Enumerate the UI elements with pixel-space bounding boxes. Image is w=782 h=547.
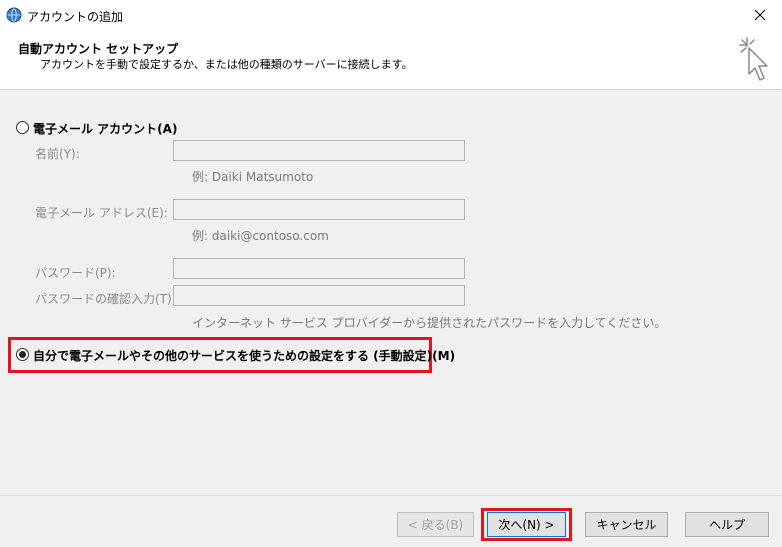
password-confirm-input[interactable]	[173, 285, 465, 306]
name-label: 名前(Y):	[35, 147, 80, 161]
password-confirm-label: パスワードの確認入力(T):	[35, 292, 176, 306]
title-bar: アカウントの追加	[0, 0, 782, 32]
password-label: パスワード(P):	[35, 266, 116, 280]
cursor-sparkle-icon	[739, 37, 768, 81]
footer-divider	[0, 495, 782, 496]
manual-setup-label: 自分で電子メールやその他のサービスを使うための設定をする (手動設定)(M)	[33, 349, 456, 363]
window-title: アカウントの追加	[27, 10, 124, 24]
close-button[interactable]	[742, 2, 778, 28]
globe-mail-icon	[6, 7, 22, 23]
email-address-input[interactable]	[173, 199, 465, 220]
name-hint: 例: Daiki Matsumoto	[192, 170, 314, 184]
next-button[interactable]: 次へ(N) >	[487, 512, 566, 537]
name-input[interactable]	[173, 140, 465, 161]
back-button[interactable]: < 戻る(B)	[397, 512, 474, 537]
help-button[interactable]: ヘルプ	[685, 512, 769, 537]
header-subtitle: アカウントを手動で設定するか、または他の種類のサーバーに接続します。	[40, 58, 413, 71]
email-address-label: 電子メール アドレス(E):	[35, 206, 168, 220]
email-address-hint: 例: daiki@contoso.com	[192, 229, 329, 243]
email-account-radio[interactable]	[16, 121, 29, 134]
header-title: 自動アカウント セットアップ	[18, 42, 179, 56]
password-hint: インターネット サービス プロバイダーから提供されたパスワードを入力してください…	[192, 316, 667, 330]
email-account-label: 電子メール アカウント(A)	[33, 122, 178, 136]
close-icon	[754, 9, 766, 21]
password-input[interactable]	[173, 258, 465, 279]
cancel-button[interactable]: キャンセル	[585, 512, 668, 537]
wizard-header: 自動アカウント セットアップ アカウントを手動で設定するか、または他の種類のサー…	[0, 32, 782, 90]
manual-setup-radio[interactable]	[16, 348, 29, 361]
